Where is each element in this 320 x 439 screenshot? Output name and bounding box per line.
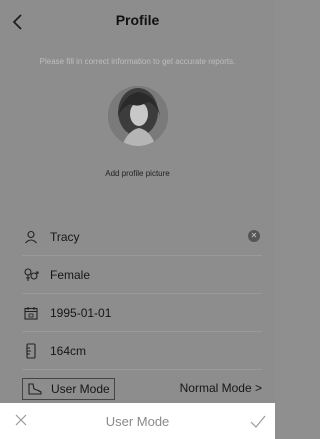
user-mode-value[interactable]: Normal Mode > (180, 381, 262, 395)
user-mode-label: User Mode (51, 382, 110, 396)
check-icon[interactable] (249, 412, 267, 430)
user-icon (22, 228, 40, 246)
add-profile-picture-label[interactable]: Add profile picture (0, 169, 275, 178)
height-field[interactable]: 164cm (22, 332, 262, 370)
user-mode-picker: User Mode (0, 403, 275, 439)
ruler-icon (22, 342, 40, 360)
profile-photo (108, 86, 168, 146)
calendar-icon (22, 304, 40, 322)
picker-title: User Mode (105, 414, 170, 429)
birthday-value: 1995-01-01 (50, 305, 112, 320)
shoe-icon (27, 381, 43, 397)
gender-value: Female (50, 267, 91, 282)
height-value: 164cm (50, 343, 87, 358)
user-mode-row[interactable]: User Mode Normal Mode > (22, 378, 262, 400)
user-mode-selector[interactable]: User Mode (22, 378, 115, 400)
info-hint: Please fill in correct information to ge… (39, 57, 236, 66)
page-title: Profile (115, 12, 160, 28)
profile-screen: Profile Please fill in correct informati… (0, 0, 275, 403)
avatar[interactable] (108, 86, 168, 146)
gender-field[interactable]: Female (22, 256, 262, 294)
birthday-field[interactable]: 1995-01-01 (22, 294, 262, 332)
header: Profile (0, 0, 275, 44)
name-field[interactable]: Tracy ✕ (22, 218, 262, 256)
clear-icon[interactable]: ✕ (248, 230, 260, 242)
gender-icon (22, 266, 40, 284)
name-value: Tracy (50, 229, 80, 244)
